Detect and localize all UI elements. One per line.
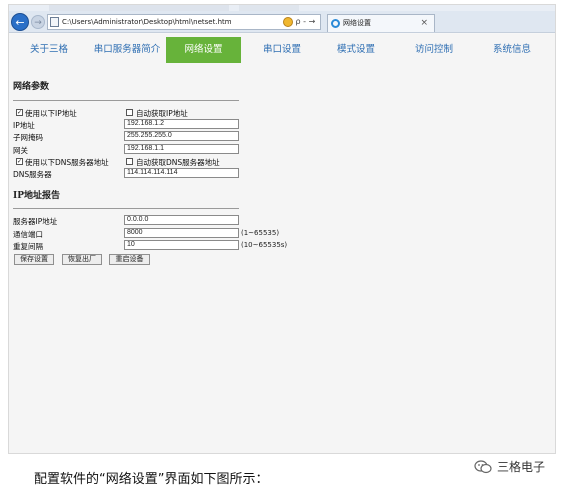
- ip-input[interactable]: 192.168.1.2: [124, 119, 239, 129]
- mask-input[interactable]: 255.255.255.0: [124, 131, 239, 141]
- ip-report-section-divider: [13, 208, 239, 209]
- factory-reset-button[interactable]: 恢复出厂: [62, 254, 102, 265]
- menu-item-access[interactable]: 访问控制: [401, 37, 467, 63]
- auto-dns-label: 自动获取DNS服务器地址: [136, 158, 220, 167]
- port-input[interactable]: 8000: [124, 228, 239, 238]
- menu-item-serial[interactable]: 串口设置: [249, 37, 315, 63]
- mask-label: 子网掩码: [13, 133, 43, 142]
- network-section-divider: [13, 100, 239, 101]
- auto-ip-label: 自动获取IP地址: [136, 109, 188, 118]
- interval-hint: (10~65535s): [241, 241, 288, 249]
- dns-input[interactable]: 114.114.114.114: [124, 168, 239, 178]
- auto-ip-checkbox[interactable]: [126, 109, 133, 116]
- ie-icon: [331, 19, 340, 28]
- brand-watermark: 三格电子: [474, 456, 545, 476]
- compat-view-icon[interactable]: [283, 16, 293, 27]
- network-section-title: 网络参数: [13, 82, 50, 92]
- use-dns-label: 使用以下DNS服务器地址: [25, 158, 109, 167]
- menu-item-mode[interactable]: 模式设置: [323, 37, 389, 63]
- menu-item-sysinfo[interactable]: 系统信息: [479, 37, 545, 63]
- ip-report-section-title: IP地址报告: [13, 191, 60, 201]
- gateway-label: 网关: [13, 146, 28, 155]
- browser-tab[interactable]: 网络设置 ×: [327, 14, 435, 32]
- ip-label: IP地址: [13, 121, 35, 130]
- brand-name: 三格电子: [497, 459, 546, 474]
- menu-item-intro[interactable]: 串口服务器简介: [85, 37, 169, 63]
- use-dns-checkbox[interactable]: ✓: [16, 158, 23, 165]
- page-icon: [50, 17, 59, 27]
- server-ip-label: 服务器IP地址: [13, 217, 58, 226]
- auto-dns-checkbox[interactable]: [126, 158, 133, 165]
- menu-item-about[interactable]: 关于三格: [15, 37, 83, 63]
- forward-button[interactable]: →: [31, 15, 45, 29]
- port-label: 通信端口: [13, 230, 43, 239]
- navigation-bar: ← → C:\Users\Administrator\Desktop\html\…: [9, 11, 555, 33]
- back-button[interactable]: ←: [11, 13, 29, 31]
- use-ip-label: 使用以下IP地址: [25, 109, 77, 118]
- use-ip-checkbox[interactable]: ✓: [16, 109, 23, 116]
- interval-input[interactable]: 10: [124, 240, 239, 250]
- server-ip-input[interactable]: 0.0.0.0: [124, 215, 239, 225]
- menu-item-network[interactable]: 网络设置: [166, 37, 241, 63]
- page-content: 关于三格 串口服务器简介 网络设置 串口设置 模式设置 访问控制 系统信息 网络…: [9, 34, 555, 453]
- restart-device-button[interactable]: 重启设备: [109, 254, 150, 265]
- address-bar[interactable]: C:\Users\Administrator\Desktop\html\nets…: [47, 14, 321, 30]
- address-tools[interactable]: ρ - →: [283, 14, 323, 30]
- chat-bubble-icon: [474, 459, 492, 474]
- tab-title: 网络设置: [343, 19, 371, 27]
- figure-caption: 配置软件的“网络设置”界面如下图所示：: [34, 472, 269, 487]
- search-dropdown-go[interactable]: ρ - →: [296, 17, 316, 26]
- save-settings-button[interactable]: 保存设置: [14, 254, 54, 265]
- browser-window: ← → C:\Users\Administrator\Desktop\html\…: [8, 4, 556, 454]
- address-text: C:\Users\Administrator\Desktop\html\nets…: [62, 18, 232, 26]
- gateway-input[interactable]: 192.168.1.1: [124, 144, 239, 154]
- interval-label: 重复间隔: [13, 242, 43, 251]
- port-hint: (1~65535): [241, 229, 280, 237]
- dns-label: DNS服务器: [13, 170, 52, 179]
- tab-close-icon[interactable]: ×: [420, 15, 428, 31]
- top-menu: 关于三格 串口服务器简介 网络设置 串口设置 模式设置 访问控制 系统信息: [9, 37, 555, 63]
